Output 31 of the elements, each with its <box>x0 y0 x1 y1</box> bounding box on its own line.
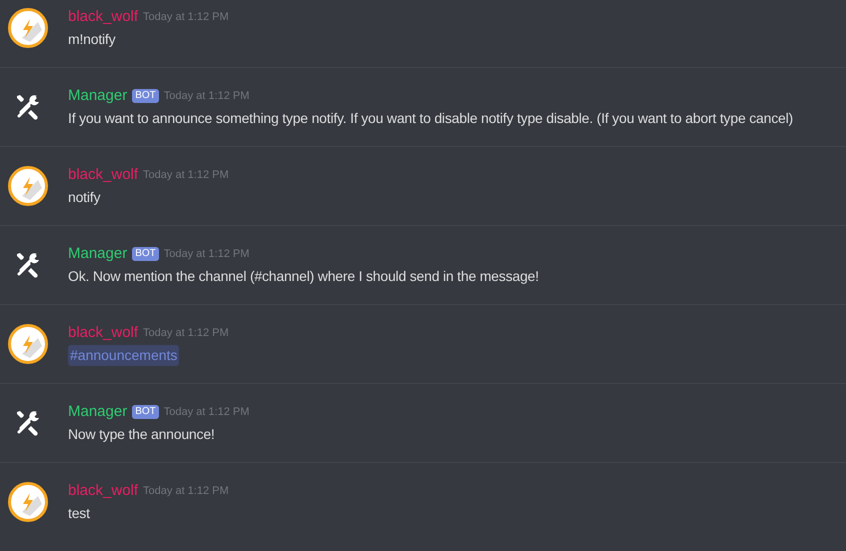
channel-mention[interactable]: #announcements <box>68 344 180 366</box>
bot-tag: BOT <box>132 89 159 103</box>
tools-icon <box>14 93 42 121</box>
author-name[interactable]: black_wolf <box>68 164 138 186</box>
tools-icon <box>14 409 42 437</box>
author-name[interactable]: black_wolf <box>68 480 138 502</box>
timestamp: Today at 1:12 PM <box>164 246 250 262</box>
timestamp: Today at 1:12 PM <box>143 168 229 183</box>
timestamp: Today at 1:12 PM <box>164 88 250 104</box>
author-name[interactable]: Manager <box>68 84 128 108</box>
lightning-avatar-icon <box>8 166 48 206</box>
lightning-avatar-icon <box>8 482 48 522</box>
message-text: test <box>68 504 90 522</box>
lightning-avatar-icon <box>8 8 48 48</box>
bot-tag: BOT <box>132 405 159 419</box>
timestamp: Today at 1:12 PM <box>164 404 250 420</box>
tools-icon <box>14 251 42 279</box>
message-text: m!notify <box>68 30 116 49</box>
message-text: Now type the announce! <box>68 424 215 444</box>
author-name[interactable]: Manager <box>68 400 128 424</box>
message-text: notify <box>68 188 100 207</box>
timestamp: Today at 1:12 PM <box>143 10 229 25</box>
timestamp: Today at 1:12 PM <box>143 484 229 499</box>
author-name[interactable]: Manager <box>68 242 128 266</box>
author-name[interactable]: black_wolf <box>68 322 138 344</box>
timestamp: Today at 1:12 PM <box>143 326 229 341</box>
lightning-avatar-icon <box>8 324 48 364</box>
message-text: If you want to announce something type notify. If you want to disable notify type disable. (If you want to abort type cancel) <box>68 108 793 128</box>
message-text: Ok. Now mention the channel (#channel) where I should send in the message! <box>68 266 539 286</box>
bot-tag: BOT <box>132 247 159 261</box>
author-name[interactable]: black_wolf <box>68 6 138 28</box>
